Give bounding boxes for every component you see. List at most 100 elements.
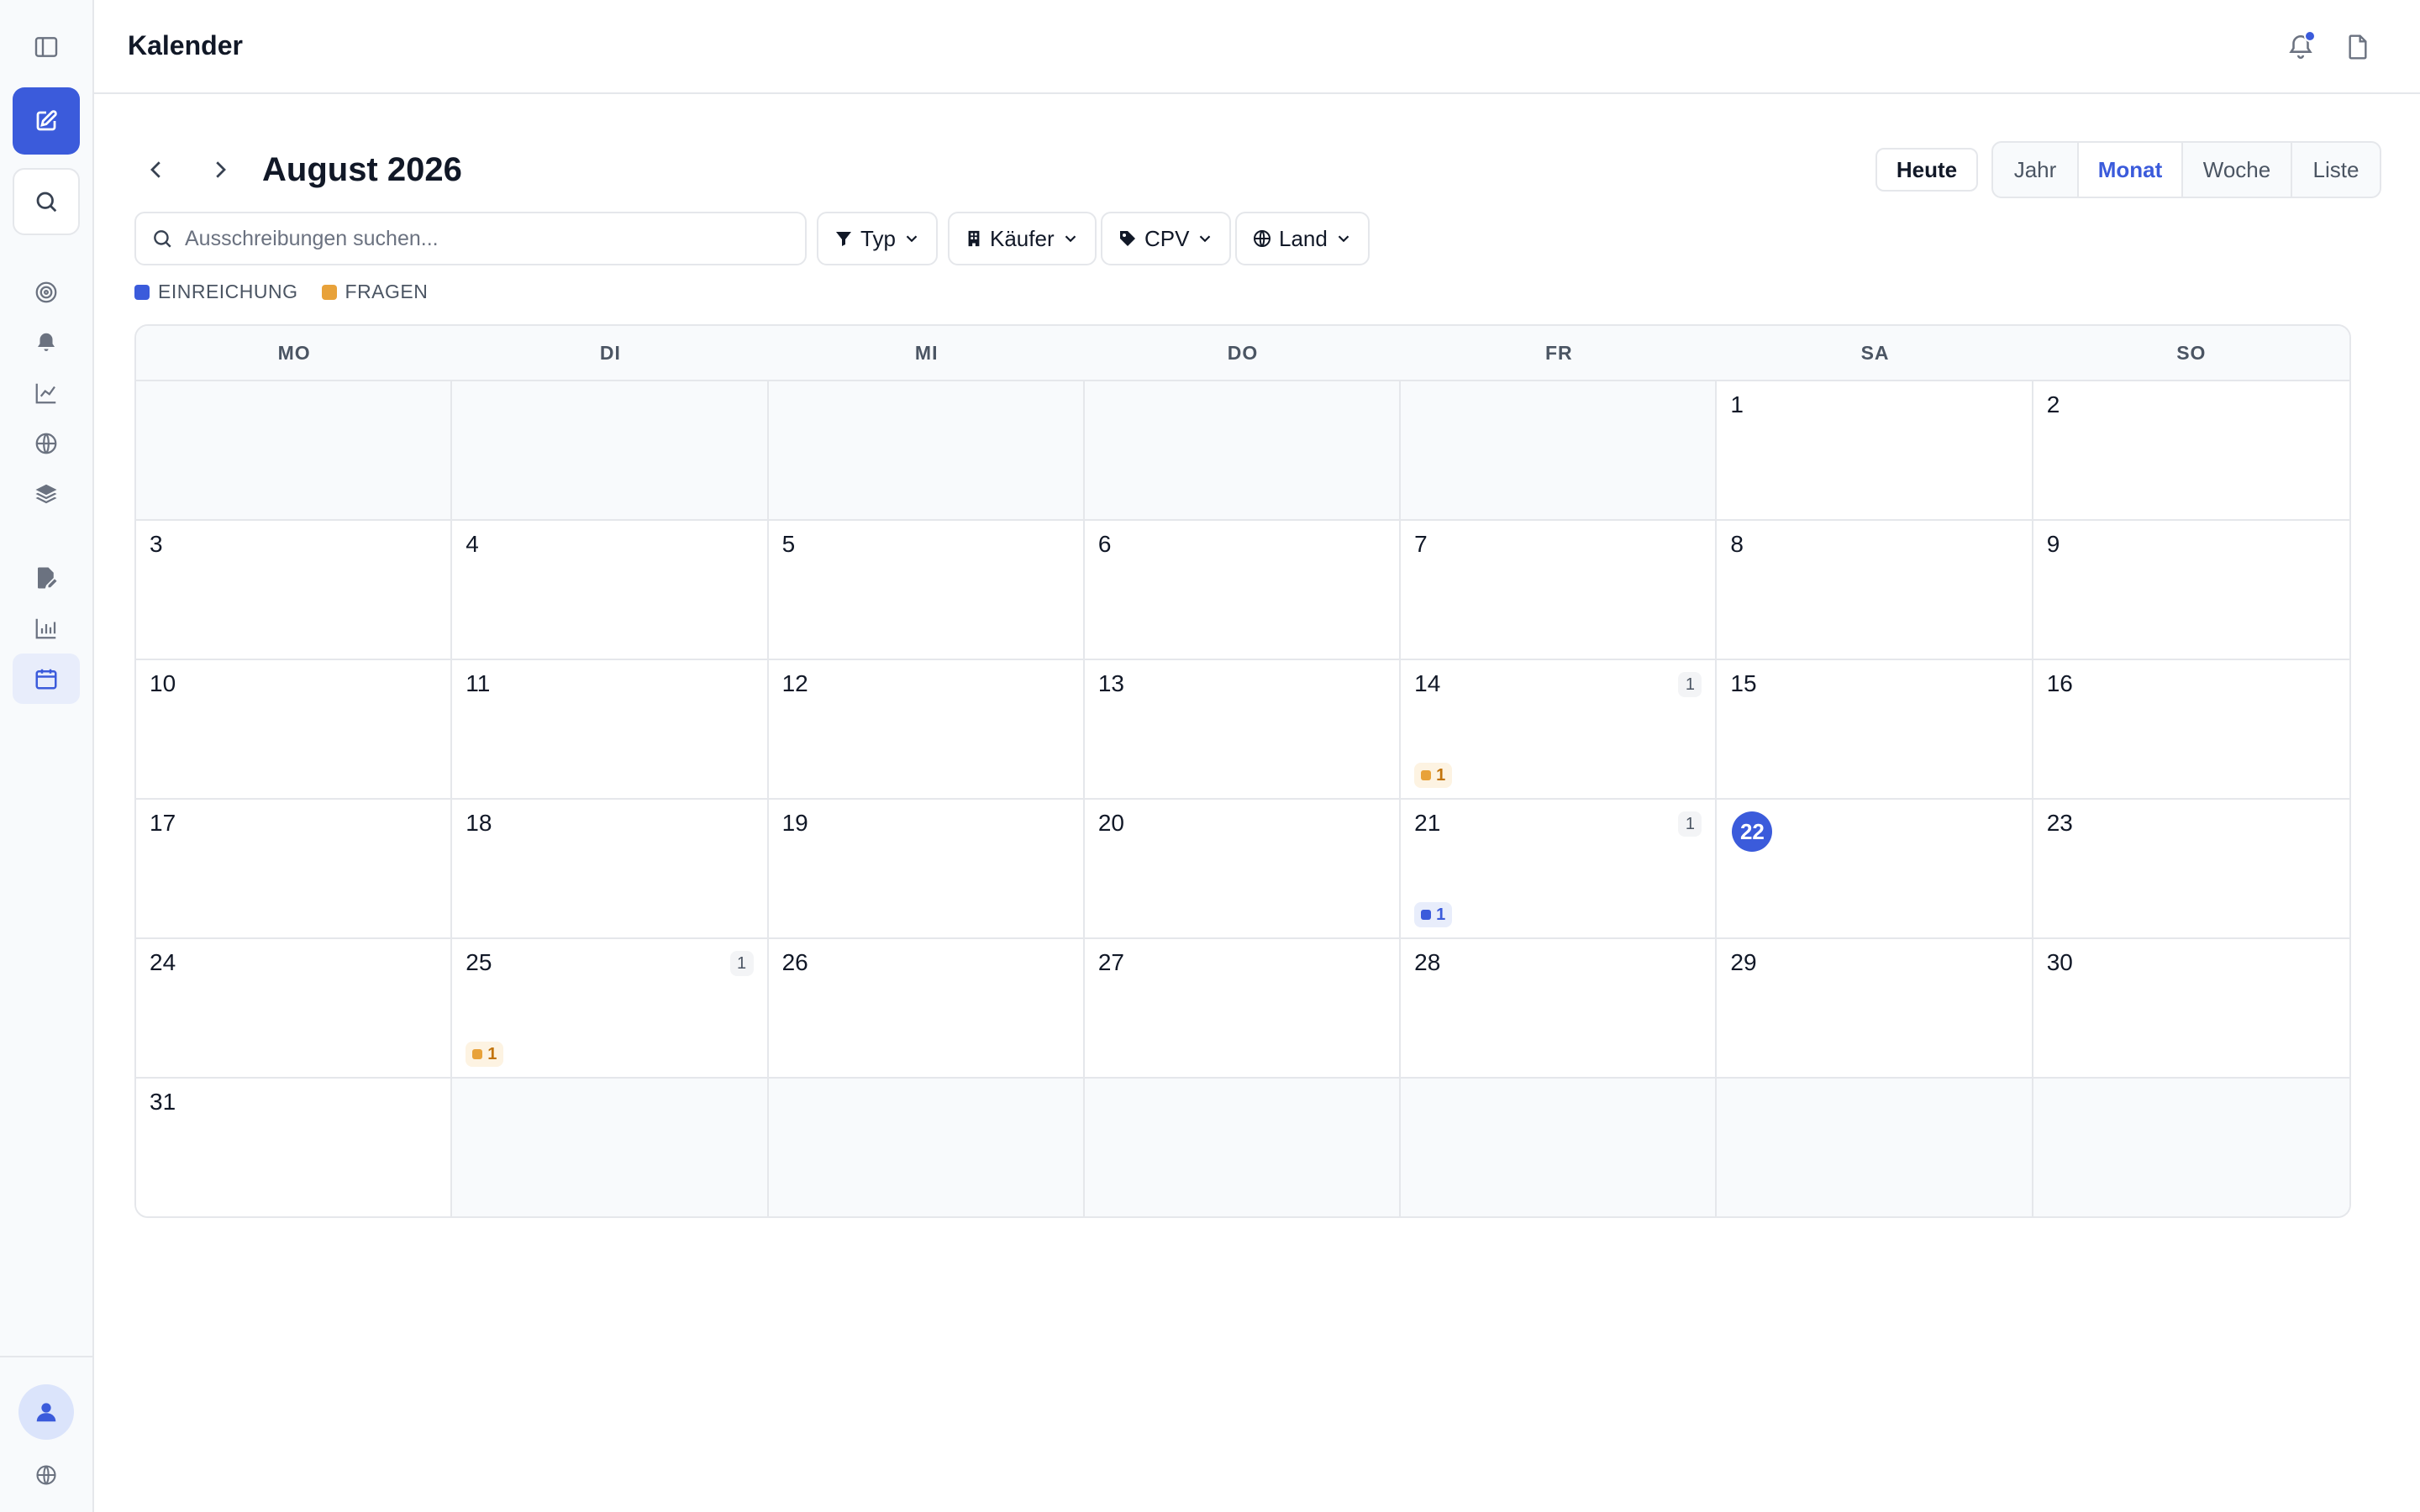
day-cell[interactable]: 8: [1717, 521, 2033, 660]
day-number: 14: [1414, 670, 1441, 696]
day-cell[interactable]: 19: [768, 800, 1085, 939]
day-cell[interactable]: 11: [452, 660, 769, 800]
day-cell[interactable]: 2: [2033, 381, 2349, 521]
globe-icon: [1254, 230, 1270, 247]
day-cell[interactable]: 29: [1717, 939, 2033, 1079]
weekday-label: MO: [277, 341, 311, 364]
day-cell[interactable]: 10: [136, 660, 453, 800]
day-number: 6: [1097, 531, 1112, 557]
notifications-button[interactable]: [2281, 27, 2321, 67]
day-cell[interactable]: 12: [768, 660, 1085, 800]
event-chip-fragen[interactable]: 1: [1414, 763, 1453, 788]
tab-list[interactable]: Liste: [2292, 143, 2380, 197]
event-count-badge: 1: [1678, 672, 1702, 697]
tab-month[interactable]: Monat: [2079, 143, 2183, 197]
empty-day-cell: [768, 381, 1085, 521]
event-type-marker: [1421, 770, 1432, 780]
event-type-marker: [472, 1049, 483, 1059]
day-cell[interactable]: 13: [1084, 660, 1402, 800]
day-cell[interactable]: 23: [2033, 800, 2349, 939]
cpv-filter-button[interactable]: CPV: [1101, 212, 1232, 265]
day-cell[interactable]: 4: [452, 521, 769, 660]
search-input[interactable]: [185, 226, 773, 251]
document-button[interactable]: [2338, 27, 2378, 67]
day-cell[interactable]: 20: [1084, 800, 1402, 939]
new-entry-button[interactable]: [13, 87, 80, 155]
bar-chart-icon: [35, 618, 56, 639]
event-count-badge: 1: [729, 951, 754, 976]
sidebar-item-layers[interactable]: [13, 469, 80, 519]
buyer-filter-label: Käufer: [990, 225, 1055, 251]
day-cell[interactable]: 27: [1084, 939, 1402, 1079]
weekday-label: FR: [1544, 341, 1573, 364]
day-cell[interactable]: 5: [768, 521, 1085, 660]
event-chip-fragen[interactable]: 1: [466, 1042, 504, 1067]
day-cell[interactable]: 26: [768, 939, 1085, 1079]
day-number: 31: [150, 1089, 176, 1115]
day-cell[interactable]: 24: [136, 939, 453, 1079]
day-number: 8: [1730, 531, 1744, 557]
event-chip-count: 1: [487, 1044, 497, 1063]
event-chip-einreichung[interactable]: 1: [1414, 902, 1453, 927]
type-filter-button[interactable]: Typ: [817, 212, 938, 265]
day-number: 10: [150, 670, 176, 696]
month-calendar: MO DI MI DO FR SA SO 1 2 3 4 5 6 7 8 9 10 11 12 13 14…: [134, 324, 2351, 1218]
day-number: 26: [781, 949, 808, 975]
legend-swatch-fragen: [321, 284, 337, 300]
day-cell[interactable]: 9: [2033, 521, 2349, 660]
buyer-filter-button[interactable]: Käufer: [948, 212, 1097, 265]
legend-swatch-einreichung: [134, 284, 150, 300]
day-number: 28: [1414, 949, 1441, 975]
day-cell[interactable]: 14 1 1: [1401, 660, 1718, 800]
chevron-left-icon: [150, 161, 160, 178]
calendar-icon: [35, 669, 57, 690]
language-button[interactable]: [13, 1450, 80, 1500]
day-cell[interactable]: 22: [1717, 800, 2033, 939]
view-switcher: Jahr Monat Woche Liste: [1991, 141, 2381, 198]
chevron-down-icon: [1200, 235, 1211, 243]
empty-day-cell: [768, 1079, 1085, 1216]
today-button[interactable]: Heute: [1876, 148, 1978, 192]
day-cell[interactable]: 21 1 1: [1401, 800, 1718, 939]
day-cell[interactable]: 6: [1084, 521, 1402, 660]
sidebar-item-trends[interactable]: [13, 368, 80, 418]
sidebar-item-global[interactable]: [13, 418, 80, 469]
day-number: 24: [150, 949, 176, 975]
day-cell[interactable]: 28: [1401, 939, 1718, 1079]
day-cell[interactable]: 25 1 1: [452, 939, 769, 1079]
day-cell[interactable]: 15: [1717, 660, 2033, 800]
previous-month-button[interactable]: [136, 150, 176, 190]
event-chip-count: 1: [1436, 765, 1446, 785]
sidebar-item-notifications[interactable]: [13, 318, 80, 368]
search-field[interactable]: [134, 212, 807, 265]
day-cell[interactable]: 3: [136, 521, 453, 660]
search-button[interactable]: [13, 168, 80, 235]
day-cell[interactable]: 31: [136, 1079, 453, 1216]
empty-day-cell: [452, 1079, 769, 1216]
empty-day-cell: [452, 381, 769, 521]
day-cell[interactable]: 30: [2033, 939, 2349, 1079]
day-number: 30: [2046, 949, 2073, 975]
tab-year[interactable]: Jahr: [1993, 143, 2079, 197]
day-cell[interactable]: 7: [1401, 521, 1718, 660]
sidebar-item-targets[interactable]: [13, 267, 80, 318]
sidebar-item-statistics[interactable]: [13, 603, 80, 654]
day-cell[interactable]: 1: [1717, 381, 2033, 521]
day-number: 29: [1730, 949, 1757, 975]
next-month-button[interactable]: [200, 150, 240, 190]
tab-week[interactable]: Woche: [2183, 143, 2292, 197]
day-cell[interactable]: 17: [136, 800, 453, 939]
country-filter-button[interactable]: Land: [1235, 212, 1370, 265]
day-number: 12: [781, 670, 808, 696]
event-type-marker: [1421, 910, 1432, 920]
weekday-label: SA: [1860, 341, 1890, 364]
sidebar-toggle-button[interactable]: [13, 22, 80, 72]
sidebar-item-calendar[interactable]: [13, 654, 80, 704]
globe-icon: [35, 433, 57, 454]
user-avatar-button[interactable]: [18, 1384, 74, 1440]
day-cell[interactable]: 16: [2033, 660, 2349, 800]
day-cell[interactable]: 18: [452, 800, 769, 939]
day-number: 16: [2046, 670, 2073, 696]
file-icon: [2349, 34, 2367, 60]
sidebar-item-documents[interactable]: [13, 553, 80, 603]
